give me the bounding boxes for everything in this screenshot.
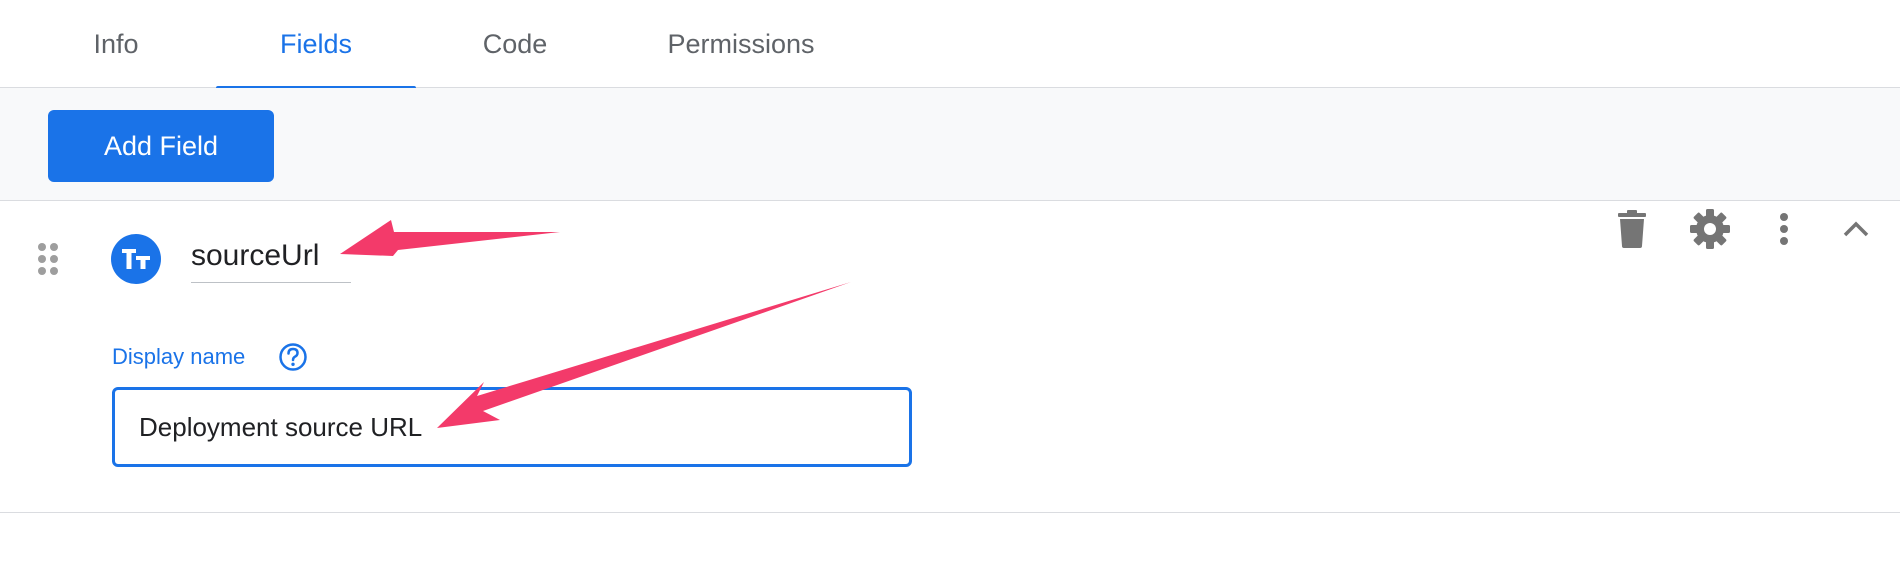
tab-info[interactable]: Info	[60, 0, 172, 88]
settings-icon[interactable]	[1688, 201, 1732, 257]
tab-permissions[interactable]: Permissions	[630, 0, 852, 88]
tab-code-label: Code	[482, 28, 548, 59]
field-row: sourceUrl Display name Deployment source…	[0, 201, 1900, 513]
help-icon[interactable]	[278, 342, 308, 372]
delete-icon[interactable]	[1610, 201, 1654, 257]
tab-info-label: Info	[93, 28, 139, 59]
tab-fields[interactable]: Fields	[216, 0, 416, 89]
tab-fields-label: Fields	[279, 28, 353, 59]
page: Info Fields Code Permissions Add Field s…	[0, 0, 1900, 568]
tab-bar: Info Fields Code Permissions	[0, 0, 1900, 89]
tab-code[interactable]: Code	[440, 0, 590, 88]
more-vert-icon[interactable]	[1762, 201, 1806, 257]
display-name-input[interactable]	[112, 387, 912, 467]
display-name-label: Display name	[112, 344, 246, 369]
field-id-input[interactable]: sourceUrl	[191, 233, 351, 283]
chevron-up-icon[interactable]	[1834, 201, 1878, 257]
fields-toolbar: Add Field	[0, 88, 1900, 201]
drag-handle-icon[interactable]	[36, 241, 60, 277]
text-type-icon	[111, 234, 161, 284]
tab-permissions-label: Permissions	[667, 28, 815, 59]
add-field-button[interactable]: Add Field	[48, 110, 274, 182]
